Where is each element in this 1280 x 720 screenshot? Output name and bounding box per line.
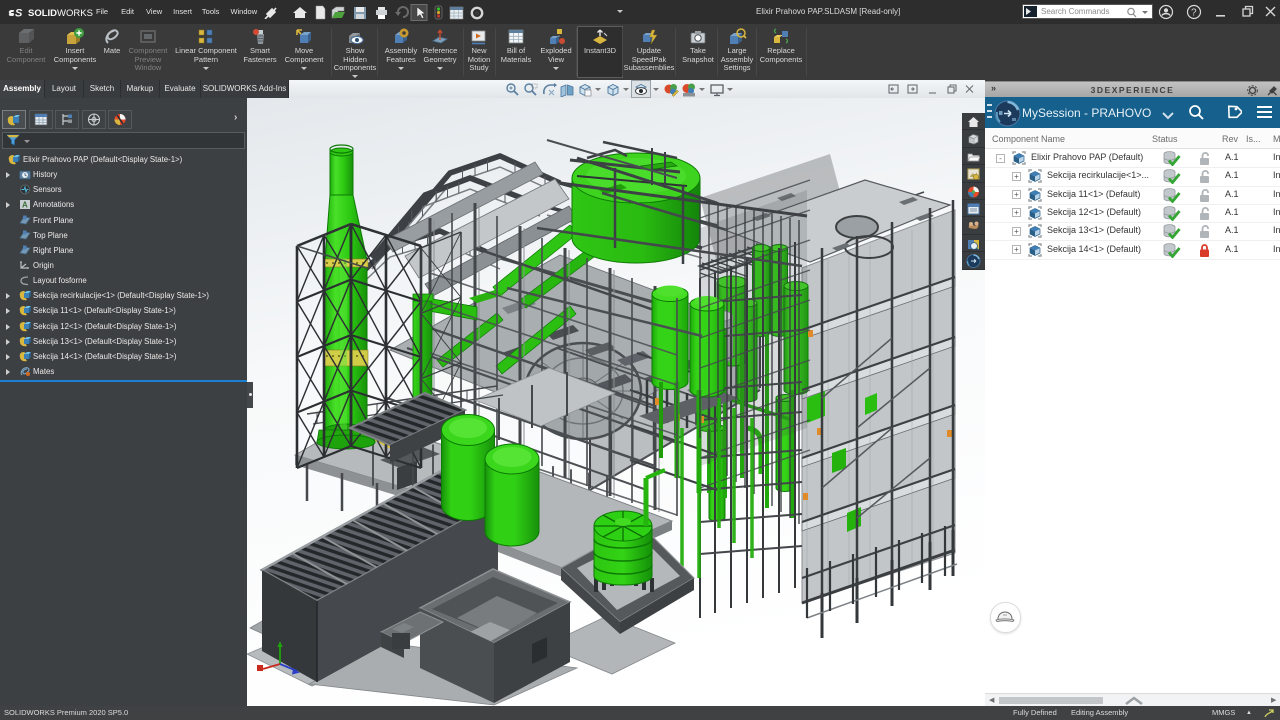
svg-text:A: A [22,201,28,210]
svg-text:SOLIDWORKS: SOLIDWORKS [28,8,93,19]
svg-text:S: S [15,8,23,20]
svg-text:?: ? [1191,8,1197,19]
